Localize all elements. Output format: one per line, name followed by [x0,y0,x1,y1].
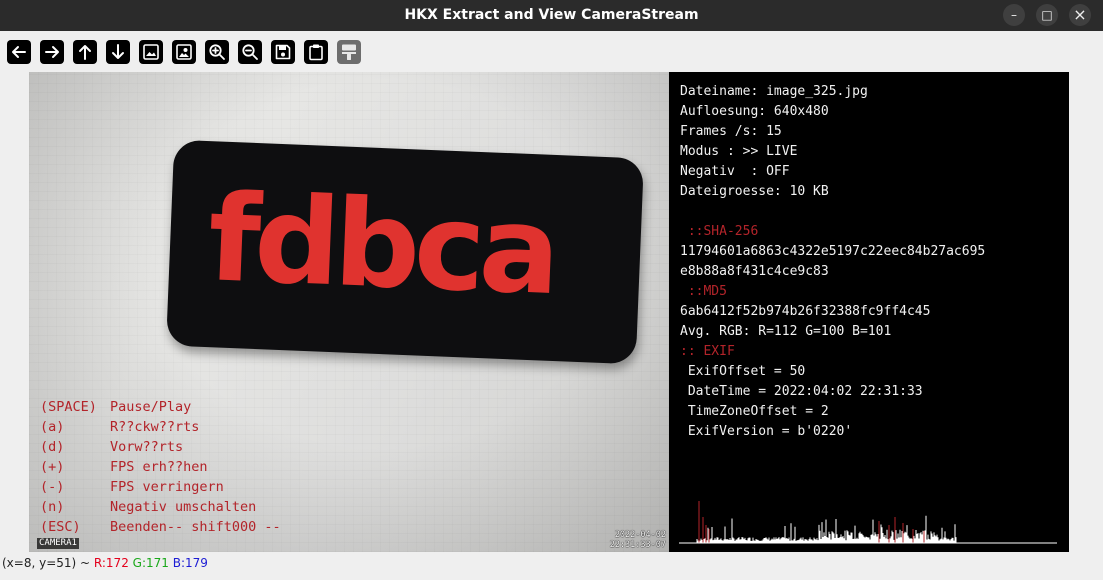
image-button[interactable] [139,40,163,64]
info-sha-line-1: 11794601a6863c4322e5197c22eec84b27ac695 [680,244,986,259]
back-arrow-button[interactable] [7,40,31,64]
help-row: (SPACE) Pause/Play [40,397,440,417]
help-key: (ESC) [40,519,81,535]
image-timestamp: 2022-04-02 22:31:33-07 [592,530,666,550]
info-exif-header: :: EXIF [680,344,735,359]
help-key: (a) [40,419,65,435]
info-sha-line-2: e8b88a8f431c4ce9c83 [680,264,829,279]
help-text: Pause/Play [110,399,192,415]
camera-label: CAMERA1 [37,538,79,549]
image-person-button[interactable] [172,40,196,64]
cursor-coords: (x=8, y=51) ~ [2,556,94,570]
info-exif-datetime: DateTime = 2022:04:02 22:31:33 [680,384,923,399]
zoom-in-button[interactable] [205,40,229,64]
help-row: (+) FPS erh??hen [40,457,440,477]
paint-roller-button[interactable] [337,40,361,64]
info-text: Dateiname: image_325.jpg Aufloesung: 640… [680,82,1069,442]
help-text: Negativ umschalten [110,499,257,515]
arrow-up-icon [79,45,91,60]
zoom-out-button[interactable] [238,40,262,64]
info-exif-offset: ExifOffset = 50 [680,364,806,379]
help-text: R??ckw??rts [110,419,200,435]
pixel-green-value: G:171 [132,556,169,570]
help-text: FPS verringern [110,479,224,495]
minimize-icon: – [1011,8,1017,22]
minimize-button[interactable]: – [1003,4,1025,26]
info-md5: 6ab6412f52b974b26f32388fc9ff4c45 [680,304,931,319]
histogram-bars [696,501,957,543]
window-title: HKX Extract and View CameraStream [404,7,699,23]
timestamp-time: 22:31:33-07 [609,540,666,550]
arrow-right-icon [45,46,59,58]
info-avg-rgb: Avg. RGB: R=112 G=100 B=101 [680,324,892,339]
arrow-left-icon [12,46,26,58]
clipboard-icon [309,44,323,61]
help-key: (n) [40,499,65,515]
info-panel: Dateiname: image_325.jpg Aufloesung: 640… [669,72,1069,552]
help-text: Beenden-- shift000 -- [110,519,281,535]
pixel-blue-value: B:179 [172,556,208,570]
save-button[interactable] [271,40,295,64]
info-fps: Frames /s: 15 [680,124,782,139]
info-filesize: Dateigroesse: 10 KB [680,184,829,199]
info-resolution: Aufloesung: 640x480 [680,104,829,119]
info-sha-header: ::SHA-256 [680,224,759,239]
timestamp-date: 2022-04-02 [614,530,666,540]
zoom-out-icon [242,44,258,60]
info-exif-timezone: TimeZoneOffset = 2 [680,404,829,419]
info-md5-header: ::MD5 [680,284,727,299]
help-text: FPS erh??hen [110,459,208,475]
down-arrow-button[interactable] [106,40,130,64]
keyboard-help-overlay: (SPACE) Pause/Play (a) R??ckw??rts (d) Vorw… [40,397,440,537]
help-row: (-) FPS verringern [40,477,440,497]
image-person-icon [176,44,192,60]
zoom-in-icon [209,44,225,60]
help-key: (SPACE) [40,399,97,415]
forward-arrow-button[interactable] [40,40,64,64]
phone-in-image: fdbca [166,139,644,365]
help-row: (n) Negativ umschalten [40,497,440,517]
close-button[interactable]: × [1069,4,1091,26]
phone-screen-text: fdbca [205,169,558,322]
help-key: (d) [40,439,65,455]
help-row: (d) Vorw??rts [40,437,440,457]
up-arrow-button[interactable] [73,40,97,64]
help-text: Vorw??rts [110,439,184,455]
clipboard-button[interactable] [304,40,328,64]
info-exif-version: ExifVersion = b'0220' [680,424,853,439]
maximize-icon: □ [1041,8,1053,22]
arrow-down-icon [112,44,124,59]
paint-roller-icon [342,44,356,60]
help-row: (ESC) Beenden-- shift000 -- [40,517,440,537]
title-bar: HKX Extract and View CameraStream – □ × [0,0,1103,31]
close-icon: × [1073,5,1087,24]
maximize-button[interactable]: □ [1036,4,1058,26]
help-row: (a) R??ckw??rts [40,417,440,437]
info-mode: Modus : >> LIVE [680,144,798,159]
toolbar [0,33,1103,71]
camera-image-view[interactable]: fdbca (SPACE) Pause/Play (a) R??ckw??rts (… [29,72,669,552]
image-icon [143,44,159,60]
info-filename: Dateiname: image_325.jpg [680,84,868,99]
save-icon [275,44,291,60]
help-key: (+) [40,459,65,475]
status-bar: (x=8, y=51) ~ R:172 G:171 B:179 [2,553,208,573]
color-histogram [679,501,1057,544]
pixel-red-value: R:172 [93,556,129,570]
help-key: (-) [40,479,65,495]
info-negative: Negativ : OFF [680,164,790,179]
